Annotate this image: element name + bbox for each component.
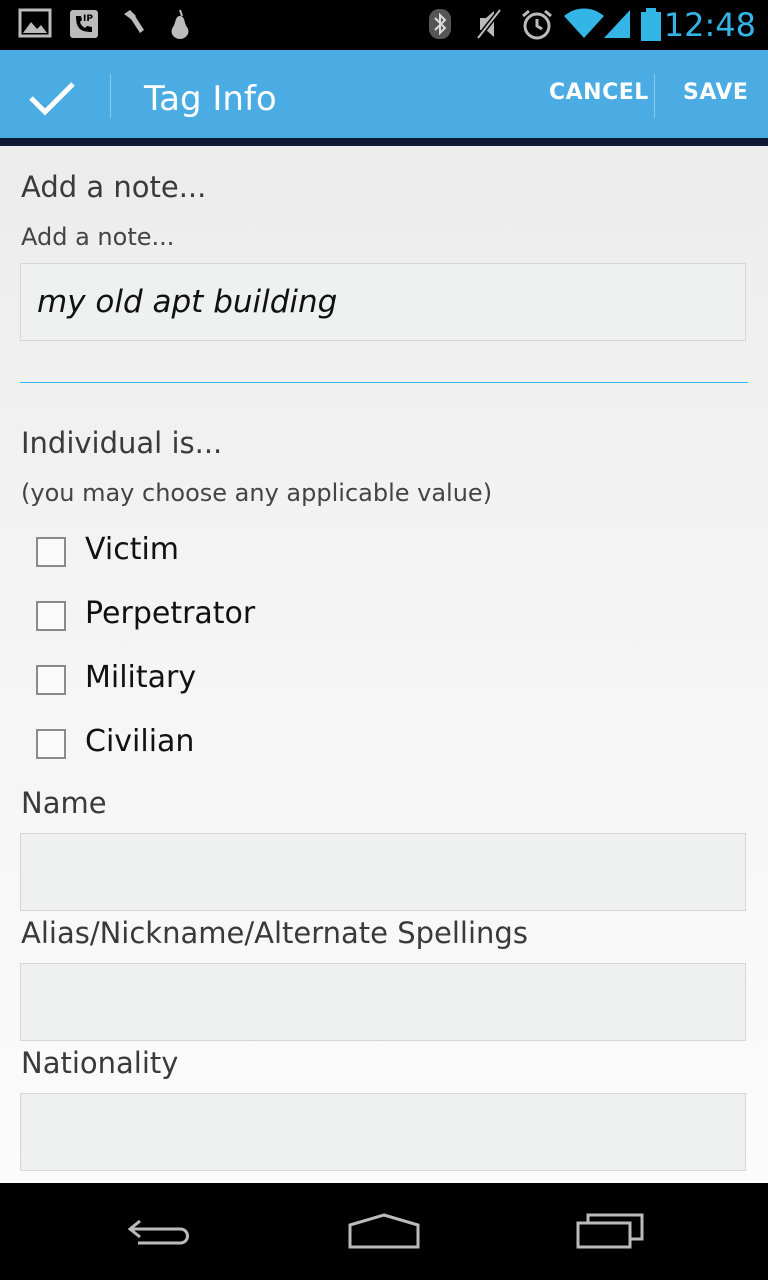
name-field[interactable] <box>20 833 746 911</box>
sip-phone-icon: IP <box>68 8 100 44</box>
note-field[interactable]: my old apt building <box>20 263 746 341</box>
mute-icon <box>474 8 504 44</box>
tag-info-form[interactable]: Add a note... Add a note... my old apt b… <box>0 146 768 1183</box>
checkbox-label: Military <box>85 660 197 695</box>
checkbox-label: Perpetrator <box>85 596 256 631</box>
cancel-button[interactable]: CANCEL <box>549 80 649 105</box>
checkbox-label: Civilian <box>85 724 195 759</box>
navigation-bar <box>0 1183 768 1280</box>
battery-icon <box>640 8 662 46</box>
signal-icon <box>602 8 632 44</box>
checkbox[interactable] <box>36 537 66 567</box>
alias-label: Alias/Nickname/Alternate Spellings <box>21 916 528 950</box>
save-button[interactable]: SAVE <box>683 80 748 105</box>
bluetooth-icon <box>428 8 452 44</box>
note-field-value: my old apt building <box>37 284 338 320</box>
nationality-label: Nationality <box>21 1046 179 1080</box>
name-label: Name <box>21 786 107 820</box>
status-bar: IP 12:48 <box>0 0 768 50</box>
action-bar: Tag Info CANCEL SAVE <box>0 50 768 138</box>
home-icon[interactable] <box>346 1211 422 1255</box>
checkbox[interactable] <box>36 665 66 695</box>
wifi-icon <box>564 8 604 44</box>
nationality-field[interactable] <box>20 1093 746 1171</box>
recent-apps-icon[interactable] <box>574 1211 646 1255</box>
back-icon[interactable] <box>124 1211 196 1255</box>
image-icon <box>18 8 52 42</box>
checkbox-label: Victim <box>85 532 180 567</box>
note-heading: Add a note... <box>21 170 207 204</box>
pear-icon <box>166 8 194 44</box>
page-title: Tag Info <box>144 79 277 119</box>
section-divider <box>20 382 748 383</box>
status-time: 12:48 <box>663 6 756 44</box>
individual-hint: (you may choose any applicable value) <box>21 479 493 507</box>
action-bar-shadow <box>0 138 768 146</box>
individual-heading: Individual is... <box>21 426 223 460</box>
alias-field[interactable] <box>20 963 746 1041</box>
action-bar-divider <box>654 74 655 118</box>
svg-text:IP: IP <box>83 14 93 24</box>
checkbox[interactable] <box>36 601 66 631</box>
flashlight-icon <box>120 8 146 42</box>
done-checkmark-icon[interactable] <box>28 80 76 120</box>
checkbox[interactable] <box>36 729 66 759</box>
action-bar-divider <box>110 74 111 118</box>
note-label: Add a note... <box>21 223 175 251</box>
alarm-icon <box>520 8 554 46</box>
